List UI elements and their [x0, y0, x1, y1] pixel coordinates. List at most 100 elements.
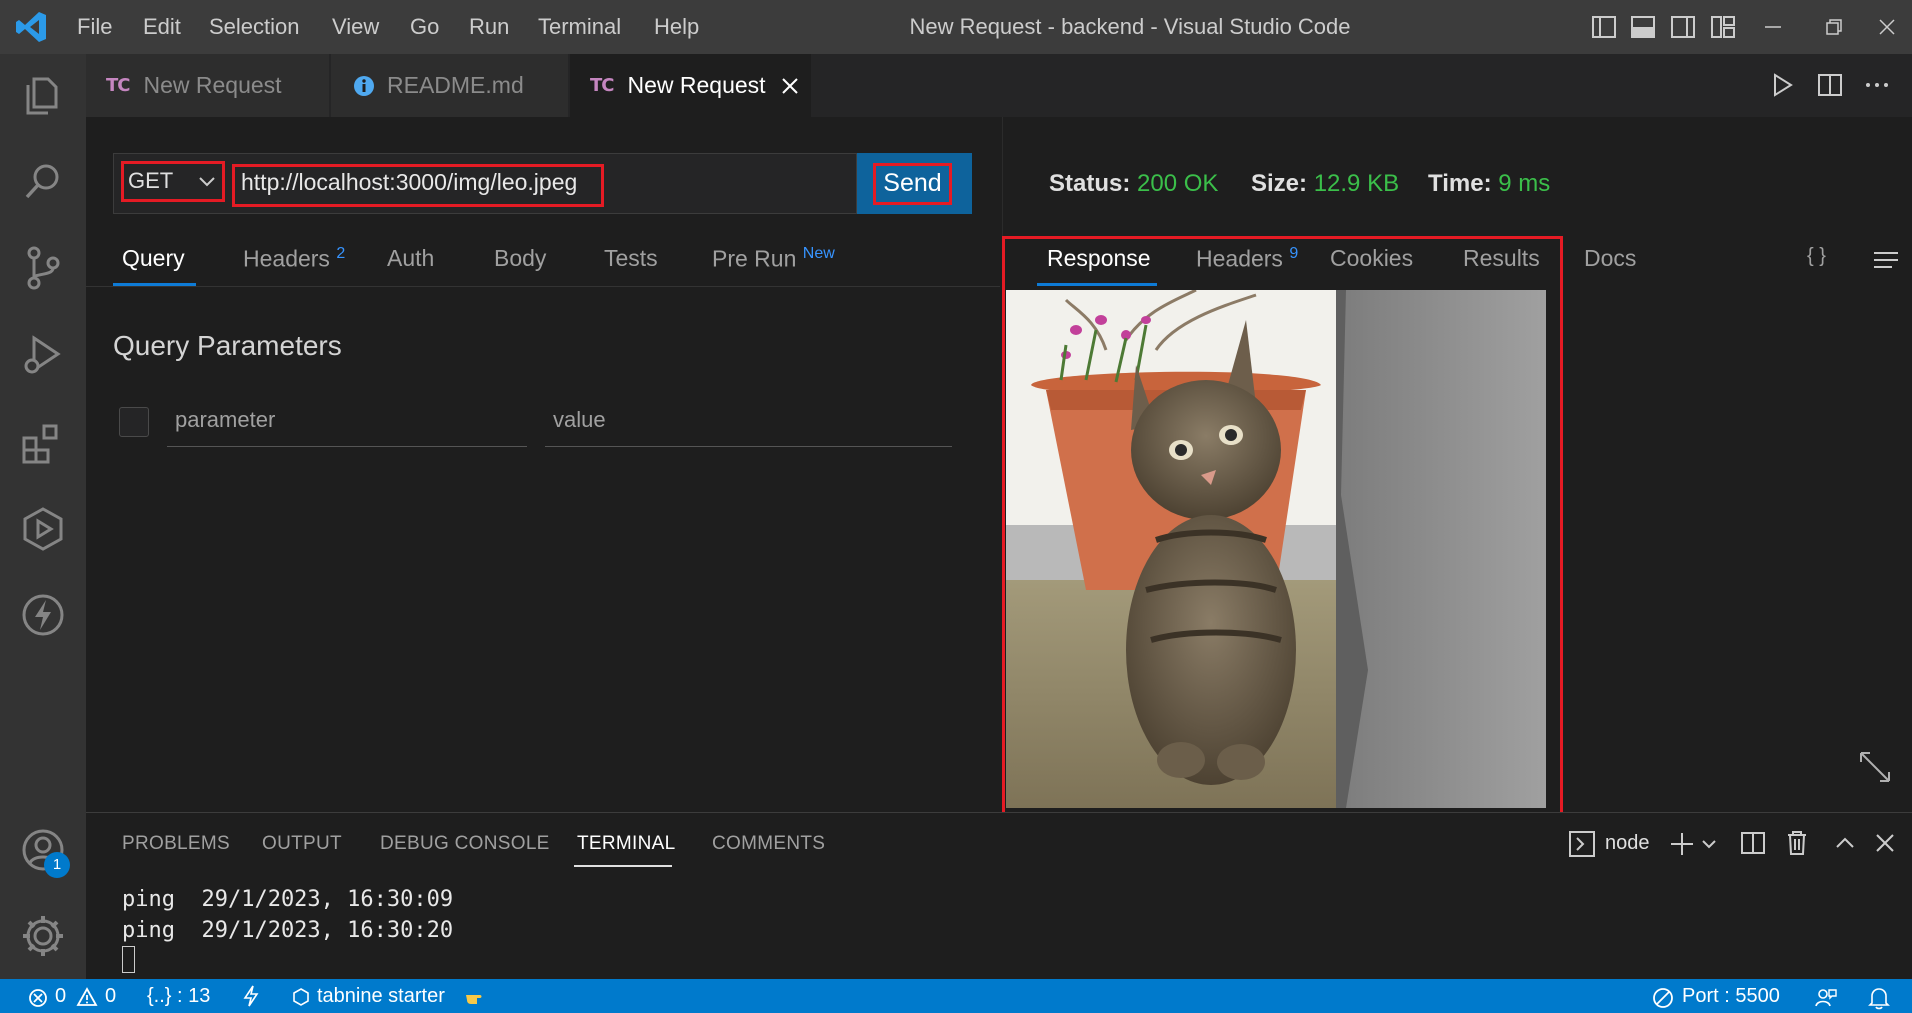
- terminal-line: ping 29/1/2023, 16:30:09: [122, 887, 454, 912]
- warning-count[interactable]: 0: [105, 979, 116, 1013]
- maximize-panel-icon[interactable]: [1834, 832, 1856, 854]
- search-icon[interactable]: [18, 157, 68, 207]
- extensions-icon[interactable]: [18, 418, 68, 468]
- tab-pre-run-label: Pre Run: [712, 245, 797, 272]
- thunder-client-tab-icon: TC: [106, 75, 130, 96]
- toggle-panel-icon[interactable]: [1630, 14, 1656, 40]
- window-title: New Request - backend - Visual Studio Co…: [909, 14, 1351, 39]
- accounts-badge: 1: [44, 852, 70, 878]
- new-badge: New: [802, 245, 835, 262]
- menu-edit[interactable]: Edit: [143, 12, 181, 42]
- tab-docs-label: Docs: [1584, 245, 1637, 271]
- restore-icon[interactable]: [1820, 14, 1846, 40]
- tab-pre-run[interactable]: Pre Run New: [712, 245, 835, 273]
- source-control-icon[interactable]: [18, 243, 68, 293]
- panel-tab-debug-console[interactable]: DEBUG CONSOLE: [380, 833, 550, 855]
- terminal-line: ping 29/1/2023, 16:30:20: [122, 918, 454, 943]
- size-info: Size: 12.9 KB: [1251, 170, 1399, 198]
- tabnine-icon[interactable]: [292, 988, 310, 1006]
- error-icon[interactable]: [28, 988, 48, 1008]
- menu-terminal[interactable]: Terminal: [538, 12, 621, 42]
- json-scope[interactable]: {..} : 13: [147, 979, 210, 1013]
- tab-label: New Request: [627, 72, 766, 98]
- menu-run[interactable]: Run: [469, 12, 509, 42]
- menu-view[interactable]: View: [332, 12, 379, 42]
- size-label: Size:: [1251, 170, 1308, 197]
- remote-explorer-icon[interactable]: [18, 504, 68, 554]
- warning-icon[interactable]: [76, 987, 98, 1007]
- thunder-client-icon[interactable]: [18, 590, 68, 640]
- panel-tab-problems[interactable]: PROBLEMS: [122, 833, 230, 855]
- settings-gear-icon[interactable]: [18, 911, 68, 961]
- time-label: Time:: [1428, 170, 1492, 197]
- notifications-bell-icon[interactable]: [1868, 986, 1890, 1010]
- live-server-port[interactable]: Port : 5500: [1682, 979, 1780, 1013]
- tab-docs[interactable]: Docs: [1584, 245, 1636, 272]
- terminal-cursor[interactable]: [122, 946, 135, 973]
- new-terminal-icon[interactable]: [1668, 830, 1696, 858]
- panel-tab-terminal[interactable]: TERMINAL: [577, 833, 675, 855]
- tab-new-request-1[interactable]: TC New Request: [86, 54, 330, 117]
- pointing-hand-icon: [466, 995, 482, 1004]
- tab-headers[interactable]: Headers 2: [243, 245, 345, 273]
- trash-icon[interactable]: [1784, 829, 1810, 857]
- no-broadcast-icon[interactable]: [1652, 987, 1674, 1009]
- parameter-input[interactable]: parameter: [167, 400, 527, 447]
- tab-readme[interactable]: README.md: [331, 54, 569, 117]
- tab-auth[interactable]: Auth: [387, 245, 434, 272]
- tab-tests-label: Tests: [604, 245, 658, 271]
- url-text: http://localhost:3000/img/leo.jpeg: [241, 169, 578, 195]
- run-icon[interactable]: [1769, 72, 1795, 98]
- run-debug-icon[interactable]: [18, 330, 68, 380]
- error-count[interactable]: 0: [55, 979, 66, 1013]
- chevron-down-icon[interactable]: [1701, 836, 1717, 852]
- close-window-icon[interactable]: [1874, 14, 1900, 40]
- split-editor-icon[interactable]: [1817, 72, 1843, 98]
- size-value: 12.9 KB: [1313, 170, 1400, 197]
- method-label: GET: [128, 168, 174, 193]
- tab-label: New Request: [143, 72, 282, 98]
- close-icon[interactable]: [780, 76, 800, 96]
- menu-help[interactable]: Help: [654, 12, 699, 42]
- response-highlight: [1002, 236, 1563, 823]
- expand-icon[interactable]: [1858, 750, 1892, 784]
- status-value: 200 OK: [1137, 170, 1219, 197]
- terminal-name[interactable]: node: [1605, 832, 1650, 855]
- tab-query[interactable]: Query: [122, 245, 185, 272]
- time-info: Time: 9 ms: [1428, 170, 1550, 198]
- tab-headers-label: Headers: [243, 245, 330, 272]
- feedback-icon[interactable]: [1814, 986, 1838, 1010]
- panel-tab-comments[interactable]: COMMENTS: [712, 833, 825, 855]
- info-icon: [354, 75, 374, 96]
- tab-body[interactable]: Body: [494, 245, 546, 272]
- query-parameters-title: Query Parameters: [113, 330, 342, 361]
- parameter-checkbox[interactable]: [119, 407, 149, 437]
- more-actions-icon[interactable]: [1864, 72, 1890, 98]
- close-panel-icon[interactable]: [1874, 832, 1896, 854]
- menu-go[interactable]: Go: [410, 12, 439, 42]
- tab-tests[interactable]: Tests: [604, 245, 658, 272]
- tab-label: README.md: [387, 72, 524, 98]
- lightning-icon[interactable]: [242, 985, 260, 1007]
- toggle-sidebar-icon[interactable]: [1591, 14, 1617, 40]
- thunder-client-tab-icon: TC: [590, 75, 614, 96]
- divider: [86, 286, 1000, 287]
- explorer-icon[interactable]: [18, 70, 68, 120]
- toggle-secondary-sidebar-icon[interactable]: [1670, 14, 1696, 40]
- time-value: 9 ms: [1498, 170, 1551, 197]
- menu-file[interactable]: File: [77, 12, 112, 42]
- minimize-icon[interactable]: [1760, 14, 1786, 40]
- customize-layout-icon[interactable]: [1710, 14, 1736, 40]
- tabnine-status[interactable]: tabnine starter: [317, 979, 445, 1013]
- active-panel-tab-indicator: [574, 865, 672, 867]
- menu-lines-icon[interactable]: [1872, 249, 1900, 271]
- split-terminal-icon[interactable]: [1740, 830, 1766, 856]
- tab-body-label: Body: [494, 245, 547, 271]
- menu-selection[interactable]: Selection: [209, 12, 300, 42]
- tab-new-request-active[interactable]: TC New Request: [570, 54, 812, 117]
- format-json-icon[interactable]: { }: [1807, 245, 1826, 268]
- panel-tab-output[interactable]: OUTPUT: [262, 833, 342, 855]
- terminal-icon: [1569, 831, 1595, 857]
- active-tab-indicator: [113, 283, 196, 286]
- value-input[interactable]: value: [545, 400, 952, 447]
